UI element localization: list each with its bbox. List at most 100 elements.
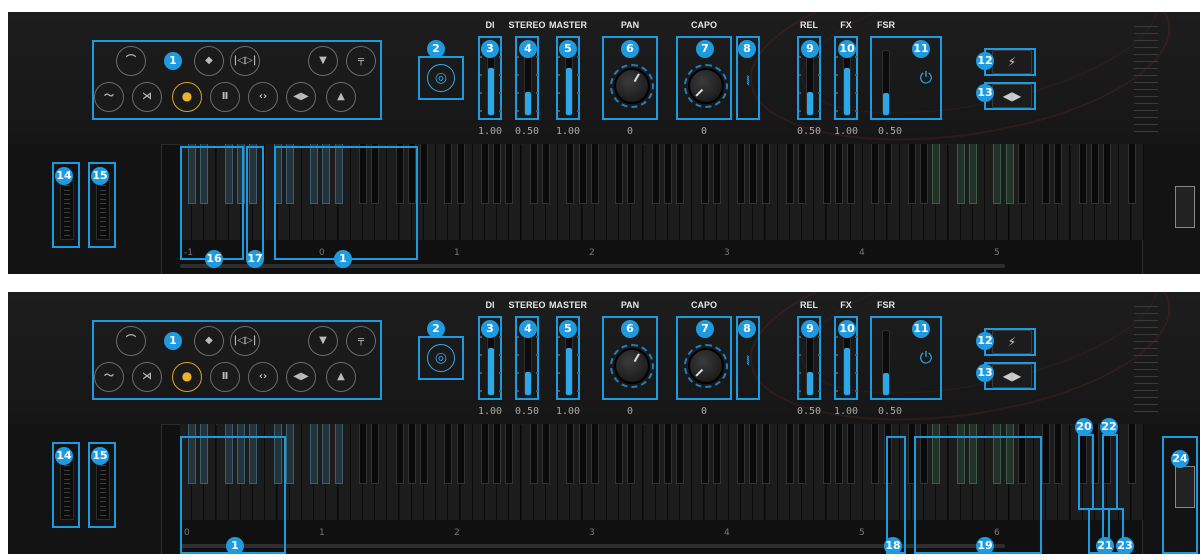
- master-slider[interactable]: [565, 54, 573, 116]
- expand-button[interactable]: ‹›: [248, 362, 278, 392]
- black-key[interactable]: [481, 424, 489, 484]
- triangle-up-button[interactable]: ▲: [326, 82, 356, 112]
- black-key[interactable]: [334, 424, 343, 484]
- black-key[interactable]: [1078, 144, 1087, 204]
- black-key[interactable]: [834, 144, 843, 204]
- guitar-button[interactable]: ⚡: [992, 50, 1032, 74]
- pedal-button[interactable]: ╤: [346, 46, 376, 76]
- fsr-slider[interactable]: [882, 330, 890, 396]
- triangle-down-button[interactable]: ▼: [308, 326, 338, 356]
- black-key[interactable]: [407, 424, 416, 484]
- black-key[interactable]: [395, 424, 404, 484]
- left-right-button[interactable]: ◀▶: [286, 362, 316, 392]
- keyboard-scrollbar[interactable]: [180, 264, 1005, 268]
- triangle-up-button[interactable]: ▲: [326, 362, 356, 392]
- black-key[interactable]: [542, 144, 550, 204]
- fsr-slider[interactable]: [882, 50, 890, 116]
- expand-button[interactable]: ‹›: [248, 82, 278, 112]
- black-key[interactable]: [786, 144, 794, 204]
- black-key[interactable]: [749, 144, 758, 204]
- black-key[interactable]: [359, 424, 367, 484]
- black-key[interactable]: [529, 144, 538, 204]
- stereo-ring-button[interactable]: ◎: [427, 64, 455, 92]
- black-key[interactable]: [566, 144, 575, 204]
- black-key[interactable]: [798, 424, 807, 484]
- black-key[interactable]: [578, 424, 587, 484]
- black-key[interactable]: [578, 144, 587, 204]
- capo-knob[interactable]: [688, 68, 724, 104]
- black-key[interactable]: [700, 144, 709, 204]
- record-button[interactable]: ●: [172, 362, 202, 392]
- fx-slider[interactable]: [843, 334, 851, 396]
- black-key[interactable]: [615, 144, 624, 204]
- black-key[interactable]: [1103, 144, 1112, 204]
- black-key[interactable]: [420, 144, 428, 204]
- fx-slider[interactable]: [843, 54, 851, 116]
- black-key[interactable]: [310, 424, 319, 484]
- di-slider[interactable]: [487, 334, 495, 396]
- black-key[interactable]: [493, 424, 502, 484]
- pause-button[interactable]: Ⅱ: [210, 362, 240, 392]
- black-key[interactable]: [1127, 144, 1136, 204]
- black-key[interactable]: [493, 144, 502, 204]
- arrows-button[interactable]: ◀▶: [992, 84, 1032, 108]
- wave-button[interactable]: ⌒: [116, 46, 146, 76]
- black-key[interactable]: [761, 424, 770, 484]
- black-key[interactable]: [1054, 144, 1063, 204]
- stereo-slider[interactable]: [524, 54, 532, 116]
- pedal-button[interactable]: ╤: [346, 326, 376, 356]
- black-key[interactable]: [285, 424, 294, 484]
- power-icon[interactable]: ⏻: [916, 348, 936, 368]
- black-key[interactable]: [786, 424, 794, 484]
- black-key[interactable]: [444, 424, 453, 484]
- black-key[interactable]: [1127, 424, 1136, 484]
- string-icon[interactable]: ⦚: [741, 354, 755, 368]
- black-key[interactable]: [932, 144, 941, 204]
- black-key[interactable]: [627, 144, 636, 204]
- black-key[interactable]: [761, 144, 770, 204]
- black-key[interactable]: [822, 144, 831, 204]
- skip-button[interactable]: |◁▷|: [230, 46, 260, 76]
- black-key[interactable]: [969, 144, 977, 204]
- black-key[interactable]: [908, 144, 916, 204]
- black-key[interactable]: [615, 424, 624, 484]
- pause-button[interactable]: Ⅱ: [210, 82, 240, 112]
- black-key[interactable]: [529, 424, 538, 484]
- record-button[interactable]: ●: [172, 82, 202, 112]
- black-key[interactable]: [1042, 424, 1051, 484]
- black-key[interactable]: [651, 424, 660, 484]
- squiggle-button[interactable]: 〜: [94, 362, 124, 392]
- black-key[interactable]: [676, 424, 685, 484]
- mod-wheel[interactable]: [96, 460, 110, 520]
- stereo-ring-button[interactable]: ◎: [427, 344, 455, 372]
- black-key[interactable]: [1091, 144, 1099, 204]
- pan-knob[interactable]: [614, 68, 650, 104]
- black-key[interactable]: [566, 424, 575, 484]
- black-key[interactable]: [456, 424, 465, 484]
- di-slider[interactable]: [487, 54, 495, 116]
- black-key[interactable]: [627, 424, 636, 484]
- merge-button[interactable]: ⋊: [132, 362, 162, 392]
- guitar-button[interactable]: ⚡: [992, 330, 1032, 354]
- black-key[interactable]: [664, 424, 672, 484]
- black-key[interactable]: [1054, 424, 1063, 484]
- triangle-down-button[interactable]: ▼: [308, 46, 338, 76]
- power-icon[interactable]: ⏻: [916, 68, 936, 88]
- black-key[interactable]: [590, 144, 599, 204]
- black-key[interactable]: [871, 144, 880, 204]
- black-key[interactable]: [420, 424, 428, 484]
- stereo-slider[interactable]: [524, 334, 532, 396]
- black-key[interactable]: [456, 144, 465, 204]
- black-key[interactable]: [1005, 144, 1014, 204]
- merge-button[interactable]: ⋊: [132, 82, 162, 112]
- mod-wheel[interactable]: [96, 180, 110, 240]
- wave-button[interactable]: ⌒: [116, 326, 146, 356]
- black-key[interactable]: [871, 424, 880, 484]
- diamond-button[interactable]: ◆: [194, 326, 224, 356]
- black-key[interactable]: [712, 144, 721, 204]
- master-slider[interactable]: [565, 334, 573, 396]
- black-key[interactable]: [651, 144, 660, 204]
- sustain-pedal[interactable]: [1175, 186, 1195, 228]
- black-key[interactable]: [676, 144, 685, 204]
- pitch-wheel[interactable]: [60, 460, 74, 520]
